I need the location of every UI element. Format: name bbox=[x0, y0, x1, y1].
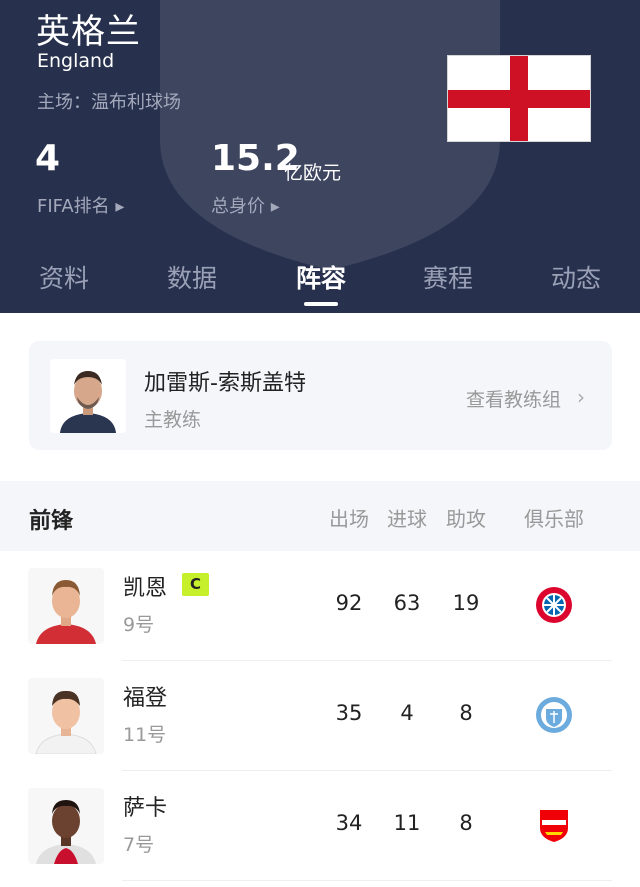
coach-name: 加雷斯-索斯盖特 bbox=[144, 371, 306, 396]
coach-avatar bbox=[50, 359, 126, 433]
player-name: 萨卡 bbox=[123, 796, 168, 821]
column-assists: 助攻 bbox=[446, 507, 486, 531]
player-appearances: 34 bbox=[335, 811, 363, 835]
player-row[interactable]: 凯恩 C 9号 92 63 19 bbox=[0, 551, 640, 661]
manchester-city-logo-icon[interactable] bbox=[535, 696, 573, 734]
forwards-section-header: 前锋 出场 进球 助攻 俱乐部 bbox=[0, 481, 640, 551]
bayern-munich-logo-icon[interactable] bbox=[535, 586, 573, 624]
section-title: 前锋 bbox=[29, 509, 74, 534]
fifa-rank-value: 4 bbox=[35, 138, 61, 179]
player-appearances: 92 bbox=[335, 591, 363, 615]
team-header: 英格兰 England 主场：温布利球场 4 FIFA排名 ▸ 15.2 亿欧元… bbox=[0, 0, 640, 313]
player-appearances: 35 bbox=[335, 701, 363, 725]
player-row[interactable]: 萨卡 7号 34 11 8 bbox=[0, 771, 640, 881]
player-number: 9号 bbox=[123, 614, 155, 636]
team-name-english: England bbox=[37, 50, 115, 72]
fifa-rank-link[interactable]: FIFA排名 ▸ bbox=[37, 192, 124, 218]
england-flag-icon bbox=[447, 55, 591, 142]
arsenal-logo-icon[interactable] bbox=[535, 806, 573, 844]
captain-badge: C bbox=[182, 573, 209, 596]
player-name: 凯恩 bbox=[123, 576, 168, 601]
player-avatar bbox=[28, 788, 104, 864]
player-avatar bbox=[28, 568, 104, 644]
coach-role: 主教练 bbox=[144, 409, 202, 431]
home-stadium: 主场：温布利球场 bbox=[37, 92, 181, 113]
team-tabs: 资料 数据 阵容 赛程 动态 bbox=[0, 245, 640, 313]
active-tab-indicator bbox=[304, 302, 338, 306]
player-goals: 4 bbox=[400, 701, 414, 725]
player-goals: 11 bbox=[393, 811, 421, 835]
chevron-right-icon: › bbox=[577, 385, 585, 409]
tab-news[interactable]: 动态 bbox=[531, 259, 621, 295]
column-club: 俱乐部 bbox=[524, 507, 584, 531]
total-value-unit: 亿欧元 bbox=[284, 162, 342, 184]
view-coaching-staff-link[interactable]: 查看教练组 bbox=[466, 385, 561, 412]
player-avatar bbox=[28, 678, 104, 754]
player-assists: 8 bbox=[459, 701, 473, 725]
column-appearances: 出场 bbox=[329, 507, 369, 531]
player-goals: 63 bbox=[393, 591, 421, 615]
player-number: 7号 bbox=[123, 834, 155, 856]
player-row[interactable]: 福登 11号 35 4 8 bbox=[0, 661, 640, 771]
tab-stats[interactable]: 数据 bbox=[147, 259, 237, 295]
team-name: 英格兰 bbox=[36, 12, 141, 52]
head-coach-card[interactable]: 加雷斯-索斯盖特 主教练 查看教练组 › bbox=[29, 341, 612, 450]
tab-schedule[interactable]: 赛程 bbox=[403, 259, 493, 295]
player-number: 11号 bbox=[123, 724, 167, 746]
player-assists: 19 bbox=[452, 591, 480, 615]
total-value-link[interactable]: 总身价 ▸ bbox=[211, 192, 280, 218]
player-assists: 8 bbox=[459, 811, 473, 835]
column-goals: 进球 bbox=[387, 507, 427, 531]
player-name: 福登 bbox=[123, 686, 168, 711]
tab-squad[interactable]: 阵容 bbox=[276, 259, 366, 295]
tab-info[interactable]: 资料 bbox=[19, 259, 109, 295]
